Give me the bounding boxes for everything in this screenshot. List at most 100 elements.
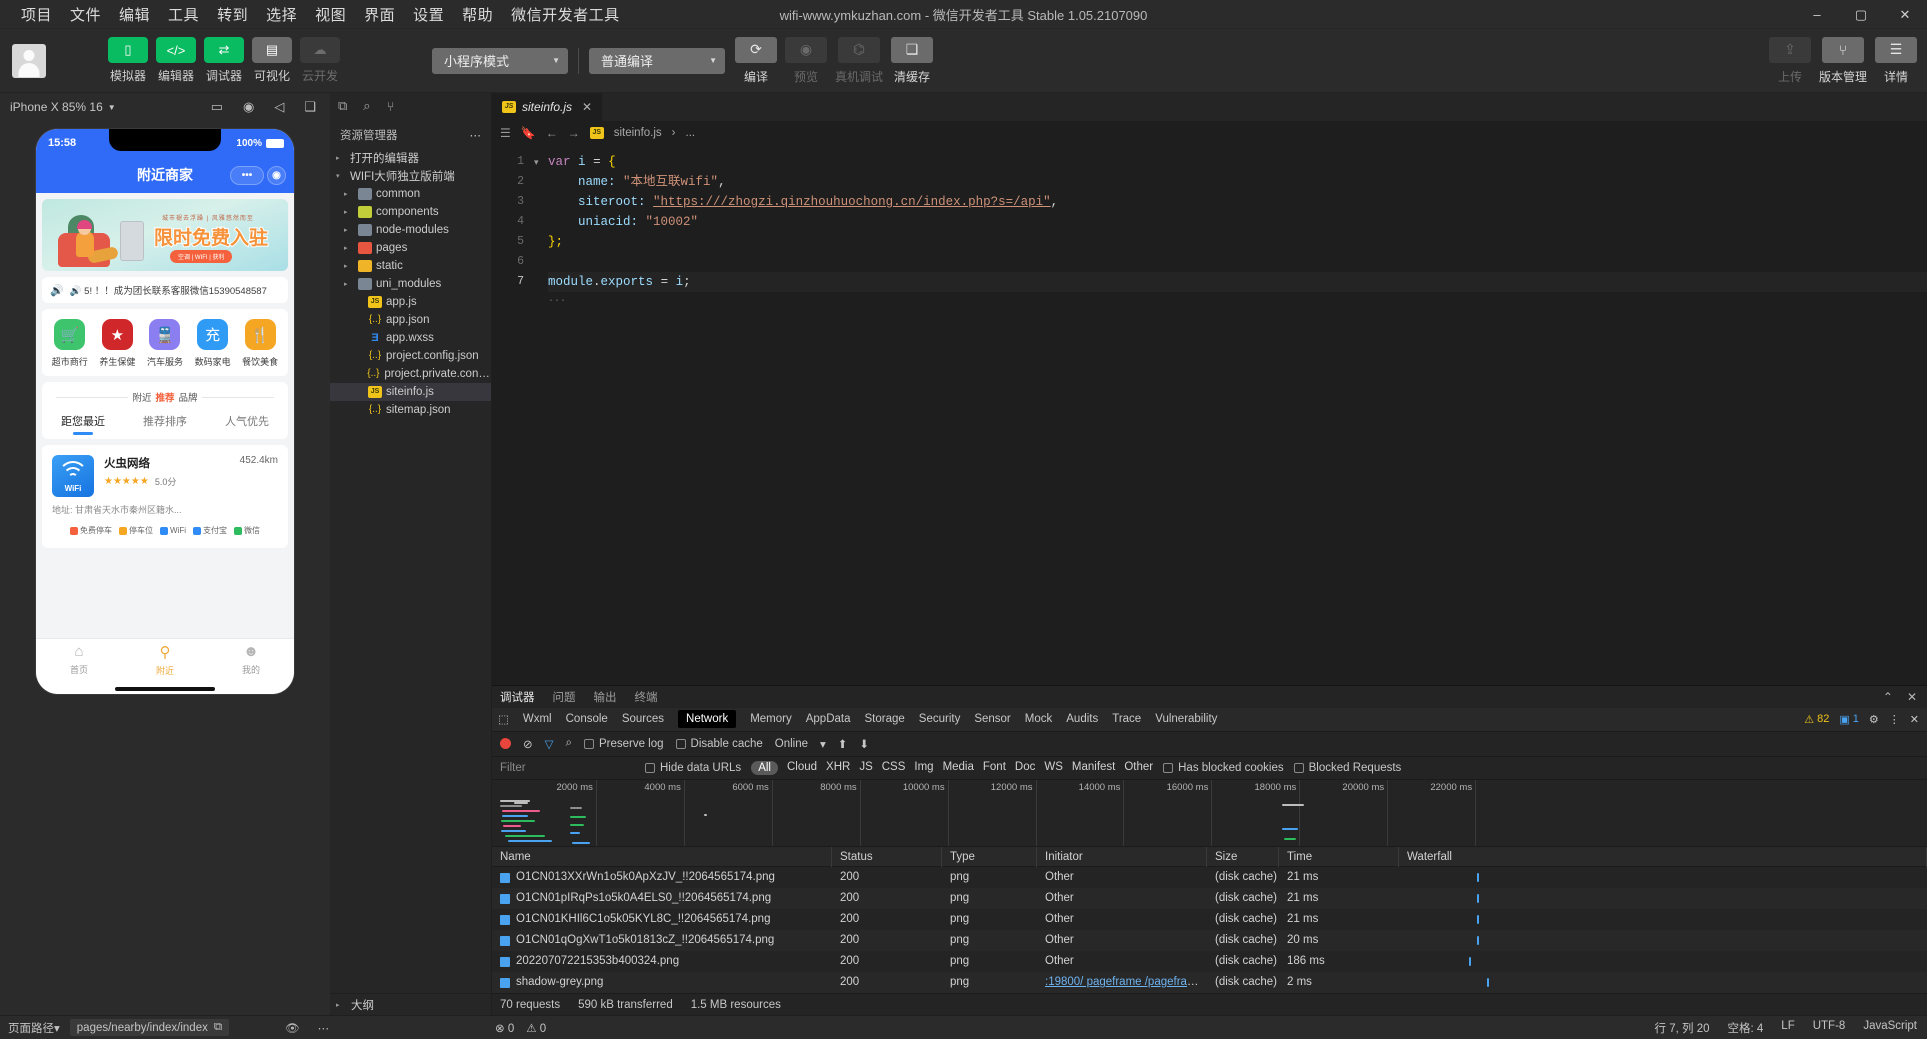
action-button-2[interactable]: ⌬ 真机调试 xyxy=(835,36,883,85)
action-button-0[interactable]: ⟳ 编译 xyxy=(735,36,777,85)
compile-select[interactable]: 普通编译 ▼ xyxy=(589,47,725,74)
more-icon[interactable]: ⋯ xyxy=(470,128,482,142)
filter-type-css[interactable]: CSS xyxy=(882,761,906,775)
tree-row-7[interactable]: ▸ uni_modules xyxy=(330,275,491,293)
editor-tab-siteinfo[interactable]: JS siteinfo.js ✕ xyxy=(492,93,604,121)
filter-type-font[interactable]: Font xyxy=(983,761,1006,775)
promo-banner[interactable]: 城市褪去浮躁 | 风雅悠然而至 限时免费入驻 空调 | WIFI | 获利 xyxy=(42,199,288,271)
tree-row-11[interactable]: ▸{..}project.config.json xyxy=(330,347,491,365)
menu-item-4[interactable]: 转到 xyxy=(208,1,257,28)
page-path-value[interactable]: pages/nearby/index/index ⧉ xyxy=(69,1019,230,1036)
has-blocked-cookies-checkbox[interactable]: Has blocked cookies xyxy=(1163,762,1284,774)
tree-row-3[interactable]: ▸ components xyxy=(330,203,491,221)
table-row[interactable]: O1CN01qOgXwT1o5k01813cZ_!!2064565174.png… xyxy=(492,930,1927,952)
filter-type-cloud[interactable]: Cloud xyxy=(787,761,817,775)
close-icon[interactable]: ✕ xyxy=(1910,713,1919,726)
maximize-button[interactable]: ▢ xyxy=(1839,0,1883,29)
toolbar-right-button-0[interactable]: ⇪ 上传 xyxy=(1768,36,1811,85)
column-header-initiator[interactable]: Initiator xyxy=(1037,846,1207,867)
devtools-panel-tab-1[interactable]: 问题 xyxy=(553,689,576,705)
sort-tab-2[interactable]: 人气优先 xyxy=(225,413,269,435)
more-icon[interactable]: ⋯ xyxy=(318,1021,330,1035)
close-button[interactable]: ✕ xyxy=(1883,0,1927,29)
copy-icon[interactable]: ⧉ xyxy=(214,1021,222,1034)
devtools-tab-memory[interactable]: Memory xyxy=(750,713,792,725)
filter-type-js[interactable]: JS xyxy=(859,761,872,775)
mode-select[interactable]: 小程序模式 ▼ xyxy=(432,47,568,74)
toolbar-right-button-1[interactable]: ⑂ 版本管理 xyxy=(1819,36,1867,85)
close-icon[interactable]: ✕ xyxy=(582,100,592,114)
devtools-tab-trace[interactable]: Trace xyxy=(1112,713,1141,725)
breadcrumb-file[interactable]: siteinfo.js xyxy=(614,127,662,139)
mode-button-0[interactable]: ▯ 模拟器 xyxy=(108,37,148,84)
toolbar-right-button-2[interactable]: ☰ 详情 xyxy=(1875,36,1917,85)
menu-item-0[interactable]: 项目 xyxy=(12,1,61,28)
category-item-1[interactable]: ★ 养生保健 xyxy=(94,319,140,368)
eye-icon[interactable]: 👁 xyxy=(285,1021,300,1035)
notice-bar[interactable]: 🔊 🔊 5! ！！成为团长联系客服微信15390548587 xyxy=(42,277,288,303)
category-item-4[interactable]: 🍴 餐饮美食 xyxy=(237,319,283,368)
back-icon[interactable]: ← xyxy=(546,126,558,140)
merchant-card[interactable]: WiFi 火虫网络 ★★★★★ 5.0分 452.4km 地址: 甘肃省天水市秦… xyxy=(42,445,288,548)
filter-type-img[interactable]: Img xyxy=(914,761,933,775)
tree-row-1[interactable]: ▾ WIFI大师独立版前端 xyxy=(330,167,491,185)
mode-button-2[interactable]: ⇄ 调试器 xyxy=(204,37,244,84)
tree-row-6[interactable]: ▸ static xyxy=(330,257,491,275)
capsule-more-icon[interactable]: ••• xyxy=(230,165,264,185)
tree-row-10[interactable]: ▸Ǝapp.wxss xyxy=(330,329,491,347)
outline-section[interactable]: ▸ 大纲 xyxy=(330,993,491,1015)
filter-type-other[interactable]: Other xyxy=(1124,761,1153,775)
menu-item-2[interactable]: 编辑 xyxy=(110,1,159,28)
import-har-icon[interactable]: ⬆ xyxy=(838,737,848,751)
devtools-tab-sources[interactable]: Sources xyxy=(622,713,664,725)
fold-marker-1[interactable]: ▾ xyxy=(534,152,548,172)
indent-setting[interactable]: 空格: 4 xyxy=(1728,1020,1764,1036)
menu-item-7[interactable]: 界面 xyxy=(355,1,404,28)
sort-tab-1[interactable]: 推荐排序 xyxy=(143,413,187,435)
network-overview-timeline[interactable]: 2000 ms 4000 ms 6000 ms 8000 ms 10000 ms 1200… xyxy=(492,779,1927,848)
column-header-name[interactable]: Name xyxy=(492,846,832,867)
devtools-panel-tab-2[interactable]: 输出 xyxy=(594,689,617,705)
encoding-setting[interactable]: UTF-8 xyxy=(1813,1020,1846,1036)
filter-type-manifest[interactable]: Manifest xyxy=(1072,761,1115,775)
warning-badge[interactable]: ⚠ 82 xyxy=(1804,713,1829,726)
fold-gutter[interactable]: ▾ xyxy=(534,145,548,685)
export-har-icon[interactable]: ⬇ xyxy=(859,737,869,751)
simulator-icon-2[interactable]: ◁ xyxy=(274,99,284,115)
sort-tab-0[interactable]: 距您最近 xyxy=(61,413,105,435)
phone-tab-0[interactable]: ⌂ 首页 xyxy=(70,643,88,676)
cursor-position[interactable]: 行 7, 列 20 xyxy=(1655,1020,1710,1036)
devtools-panel-tab-3[interactable]: 终端 xyxy=(635,689,658,705)
tree-row-5[interactable]: ▸ pages xyxy=(330,239,491,257)
devtools-tab-storage[interactable]: Storage xyxy=(865,713,905,725)
menu-item-1[interactable]: 文件 xyxy=(61,1,110,28)
minimize-button[interactable]: – xyxy=(1795,0,1839,29)
tree-row-8[interactable]: ▸JSapp.js xyxy=(330,293,491,311)
explorer-icon-0[interactable]: ⧉ xyxy=(338,98,347,114)
disable-cache-checkbox[interactable]: Disable cache xyxy=(675,738,763,750)
code-editor[interactable]: 1 2 3 4 5 6 7 ▾ var i = { name: "本地互联wifi", si… xyxy=(492,145,1927,685)
chevron-down-icon[interactable]: ▾ xyxy=(820,737,826,751)
tree-row-12[interactable]: ▸{..}project.private.config.js... xyxy=(330,365,491,383)
code-lines[interactable]: var i = { name: "本地互联wifi", siteroot: "h… xyxy=(548,145,1927,685)
simulator-icon-3[interactable]: ❑ xyxy=(304,99,316,115)
category-item-2[interactable]: 🚆 汽车服务 xyxy=(142,319,188,368)
simulator-icon-1[interactable]: ◉ xyxy=(243,99,254,115)
forward-icon[interactable]: → xyxy=(568,126,580,140)
menu-item-3[interactable]: 工具 xyxy=(159,1,208,28)
info-badge[interactable]: ▣ 1 xyxy=(1839,713,1859,726)
wechat-capsule[interactable]: ••• ◉ xyxy=(230,165,286,185)
device-select[interactable]: iPhone X 85% 16 xyxy=(10,100,103,114)
simulator-icon-0[interactable]: ▭ xyxy=(211,99,223,115)
mode-button-4[interactable]: ☁ 云开发 xyxy=(300,37,340,84)
string-siteroot-value[interactable]: "https:///zhogzi.qinzhouhuochong.cn/inde… xyxy=(653,195,1051,209)
column-header-status[interactable]: Status xyxy=(832,846,942,867)
column-header-size[interactable]: Size xyxy=(1207,846,1279,867)
gear-icon[interactable]: ⚙ xyxy=(1869,713,1879,726)
warning-count[interactable]: ⚠ 0 xyxy=(526,1021,546,1035)
preserve-log-checkbox[interactable]: Preserve log xyxy=(583,738,664,750)
cell-initiator-text[interactable]: :19800/ pageframe /pageframe.h... xyxy=(1045,976,1207,988)
collapse-icon[interactable]: ⌃ xyxy=(1883,690,1893,704)
menu-item-10[interactable]: 微信开发者工具 xyxy=(502,1,629,28)
filter-type-doc[interactable]: Doc xyxy=(1015,761,1035,775)
